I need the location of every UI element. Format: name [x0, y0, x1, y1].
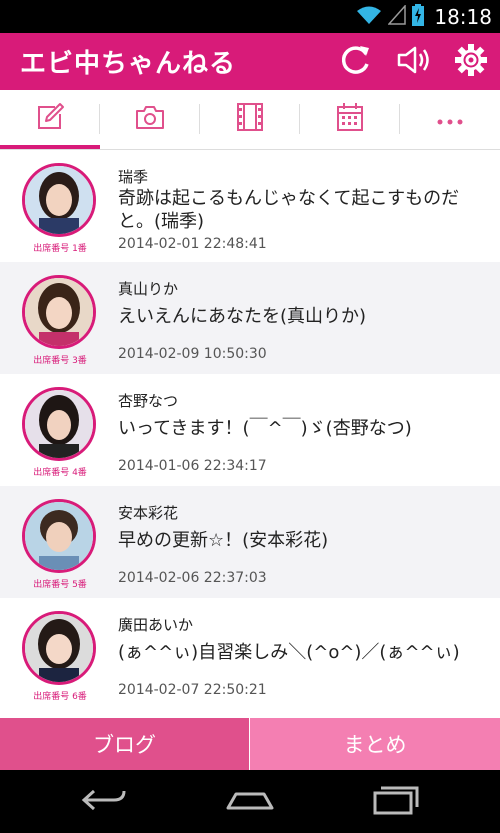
tab-selected-indicator: [0, 145, 100, 149]
post-author: 瑞季: [118, 168, 149, 186]
seat-number: 出席番号 6番: [33, 692, 87, 702]
back-button[interactable]: [74, 784, 134, 820]
post-author: 杏野なつ: [118, 392, 179, 410]
post-text: えいえんにあなたを(真山りか): [118, 306, 367, 327]
settings-button[interactable]: [451, 42, 491, 82]
battery-charging-icon: [412, 4, 425, 30]
list-item[interactable]: 出席番号 1番 瑞季 奇跡は起こるもんじゃなくて起こすものだと。(瑞季) 201…: [0, 150, 500, 262]
tab-photo[interactable]: [100, 90, 200, 148]
list-item[interactable]: 出席番号 4番 杏野なつ いってきます！(￣^￣)ゞ(杏野なつ) 2014-01…: [0, 374, 500, 486]
status-time: 18:18: [434, 5, 492, 29]
seat-number: 出席番号 4番: [33, 468, 87, 478]
wifi-icon: [356, 5, 382, 29]
post-text: 早めの更新☆！(安本彩花): [118, 530, 329, 551]
edit-icon: [35, 102, 65, 136]
speaker-icon: [396, 45, 432, 79]
signal-icon: [387, 4, 407, 29]
post-date: 2014-02-09 10:50:30: [118, 346, 267, 362]
status-bar: 18:18: [0, 0, 500, 33]
sound-button[interactable]: [394, 42, 434, 82]
seat-number: 出席番号 1番: [33, 244, 87, 254]
post-date: 2014-02-06 22:37:03: [118, 570, 267, 586]
calendar-icon: [335, 102, 365, 136]
home-icon: [226, 788, 274, 816]
recent-apps-button[interactable]: [366, 784, 426, 820]
refresh-icon: [338, 42, 374, 82]
camera-icon: [135, 104, 165, 134]
seat-number: 出席番号 3番: [33, 356, 87, 366]
avatar: [22, 499, 96, 573]
refresh-button[interactable]: [336, 42, 376, 82]
settings-gear-icon: [453, 42, 489, 82]
post-date: 2014-01-06 22:34:17: [118, 458, 267, 474]
tab-blog-edit[interactable]: [0, 90, 100, 149]
avatar: [22, 163, 96, 237]
post-text: いってきます！(￣^￣)ゞ(杏野なつ): [118, 418, 412, 439]
list-item[interactable]: 出席番号 5番 安本彩花 早めの更新☆！(安本彩花) 2014-02-06 22…: [0, 486, 500, 598]
recent-apps-icon: [373, 785, 419, 819]
summary-button[interactable]: まとめ: [249, 718, 500, 770]
post-date: 2014-02-01 22:48:41: [118, 236, 267, 252]
post-author: 真山りか: [118, 280, 179, 298]
avatar: [22, 387, 96, 461]
list-item[interactable]: 出席番号 6番 廣田あいか (ぁ^^ぃ)自習楽しみ＼(^o^)／(ぁ^^ぃ) 2…: [0, 598, 500, 710]
tab-video[interactable]: [200, 90, 300, 148]
film-icon: [236, 102, 264, 136]
system-nav-bar: [0, 770, 500, 833]
blog-button[interactable]: ブログ: [0, 718, 249, 770]
more-dots-icon: [437, 110, 463, 129]
tab-schedule[interactable]: [300, 90, 400, 148]
seat-number: 出席番号 5番: [33, 580, 87, 590]
back-icon: [80, 787, 128, 817]
post-date: 2014-02-07 22:50:21: [118, 682, 267, 698]
tab-bar: [0, 90, 500, 150]
app-bar: エビ中ちゃんねる: [0, 33, 500, 90]
post-author: 廣田あいか: [118, 616, 194, 634]
post-text: 奇跡は起こるもんじゃなくて起こすものだと。(瑞季): [118, 188, 460, 232]
avatar: [22, 611, 96, 685]
home-button[interactable]: [220, 784, 280, 820]
tab-more[interactable]: [400, 90, 500, 148]
app-title: エビ中ちゃんねる: [20, 49, 237, 79]
post-text: (ぁ^^ぃ)自習楽しみ＼(^o^)／(ぁ^^ぃ): [118, 642, 460, 663]
bottom-button-bar: ブログ まとめ: [0, 718, 500, 770]
post-list[interactable]: 出席番号 1番 瑞季 奇跡は起こるもんじゃなくて起こすものだと。(瑞季) 201…: [0, 150, 500, 718]
post-author: 安本彩花: [118, 504, 179, 522]
list-item[interactable]: 出席番号 3番 真山りか えいえんにあなたを(真山りか) 2014-02-09 …: [0, 262, 500, 374]
avatar: [22, 275, 96, 349]
